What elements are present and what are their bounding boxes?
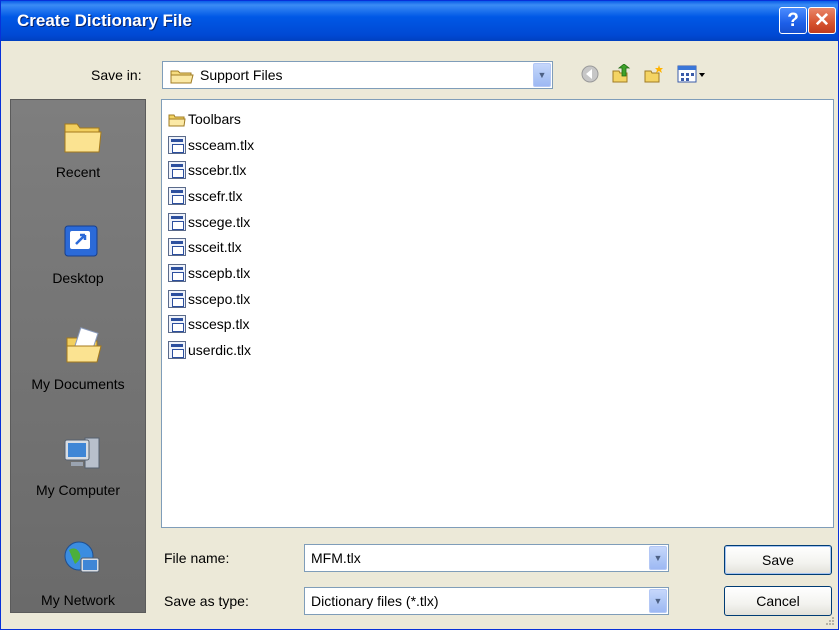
folder-icon	[170, 70, 194, 84]
chevron-down-icon: ▼	[653, 595, 663, 606]
create-dictionary-dialog: Create Dictionary File ? ✕ Save in: Supp…	[0, 0, 839, 630]
my-computer-icon	[64, 437, 100, 469]
place-label: Desktop	[52, 270, 104, 286]
file-list[interactable]: Toolbars ssceam.tlx sscebr.tlx sscefr.tl…	[161, 99, 834, 528]
chevron-down-icon: ▼	[653, 552, 663, 563]
file-name-label: File name:	[164, 550, 230, 566]
back-icon[interactable]	[580, 64, 600, 84]
save-in-dropdown-button[interactable]: ▼	[533, 63, 551, 87]
save-in-label: Save in:	[91, 67, 142, 83]
list-item-folder[interactable]: Toolbars	[168, 108, 241, 130]
file-name: sscefr.tlx	[188, 188, 243, 204]
save-as-type-label: Save as type:	[164, 593, 249, 609]
window-title: Create Dictionary File	[17, 11, 192, 30]
title-bar[interactable]: Create Dictionary File ? ✕	[1, 1, 838, 41]
dictionary-file-icon	[168, 213, 186, 231]
dictionary-file-icon	[168, 315, 186, 333]
place-my-network[interactable]: My Network	[11, 538, 145, 614]
save-as-type-value: Dictionary files (*.tlx)	[311, 593, 439, 609]
list-item-file[interactable]: ssceit.tlx	[168, 236, 242, 258]
save-as-type-dropdown-button[interactable]: ▼	[649, 589, 667, 613]
file-name-combo[interactable]: MFM.tlx ▼	[304, 544, 669, 572]
file-name-input[interactable]: MFM.tlx	[311, 550, 361, 566]
file-name: sscesp.tlx	[188, 316, 250, 332]
dictionary-file-icon	[168, 161, 186, 179]
up-folder-icon[interactable]	[611, 64, 631, 84]
save-button[interactable]: Save	[724, 545, 832, 575]
resize-grip-icon[interactable]	[825, 616, 835, 626]
views-menu-icon[interactable]	[677, 64, 707, 84]
my-documents-icon	[66, 327, 102, 363]
dictionary-file-icon	[168, 238, 186, 256]
list-item-file[interactable]: sscefr.tlx	[168, 185, 242, 207]
list-item-file[interactable]: ssceam.tlx	[168, 134, 254, 156]
place-recent[interactable]: Recent	[11, 114, 145, 204]
recent-folder-icon	[64, 123, 102, 153]
list-item-file[interactable]: sscepo.tlx	[168, 288, 250, 310]
list-item-file[interactable]: sscepb.tlx	[168, 262, 250, 284]
my-network-icon	[64, 541, 100, 573]
list-item-file[interactable]: sscege.tlx	[168, 211, 250, 233]
file-name: sscepo.tlx	[188, 291, 251, 307]
desktop-icon	[64, 225, 98, 257]
file-name-dropdown-button[interactable]: ▼	[649, 546, 667, 570]
place-label: My Network	[41, 592, 115, 608]
dictionary-file-icon	[168, 290, 186, 308]
dictionary-file-icon	[168, 341, 186, 359]
dictionary-file-icon	[168, 136, 186, 154]
cancel-button[interactable]: Cancel	[724, 586, 832, 616]
dictionary-file-icon	[168, 187, 186, 205]
chevron-down-icon: ▼	[537, 69, 547, 80]
file-name: ssceit.tlx	[188, 239, 242, 255]
folder-icon	[168, 114, 186, 127]
list-item-file[interactable]: sscesp.tlx	[168, 313, 249, 335]
file-name: Toolbars	[188, 111, 241, 127]
file-name: ssceam.tlx	[188, 137, 255, 153]
place-label: My Computer	[35, 482, 121, 498]
help-button[interactable]: ?	[779, 7, 807, 34]
place-my-documents[interactable]: My Documents	[11, 326, 145, 416]
save-in-value: Support Files	[200, 67, 283, 83]
place-my-computer[interactable]: My Computer	[11, 432, 145, 522]
list-item-file[interactable]: userdic.tlx	[168, 339, 251, 361]
close-icon: ✕	[814, 10, 830, 31]
file-name: sscepb.tlx	[188, 265, 251, 281]
place-label: My Documents	[31, 376, 125, 392]
file-name: sscebr.tlx	[188, 162, 247, 178]
list-item-file[interactable]: sscebr.tlx	[168, 159, 246, 181]
places-bar: Recent Desktop My Documents My Computer …	[10, 99, 146, 613]
file-name: userdic.tlx	[188, 342, 252, 358]
new-folder-icon[interactable]	[644, 64, 664, 84]
close-button[interactable]: ✕	[808, 7, 836, 34]
place-label: Recent	[55, 164, 101, 180]
save-in-select[interactable]: Support Files ▼	[162, 61, 553, 89]
dictionary-file-icon	[168, 264, 186, 282]
help-icon: ?	[787, 9, 799, 31]
place-desktop[interactable]: Desktop	[11, 220, 145, 310]
save-as-type-select[interactable]: Dictionary files (*.tlx) ▼	[304, 587, 669, 615]
file-name: sscege.tlx	[188, 214, 251, 230]
